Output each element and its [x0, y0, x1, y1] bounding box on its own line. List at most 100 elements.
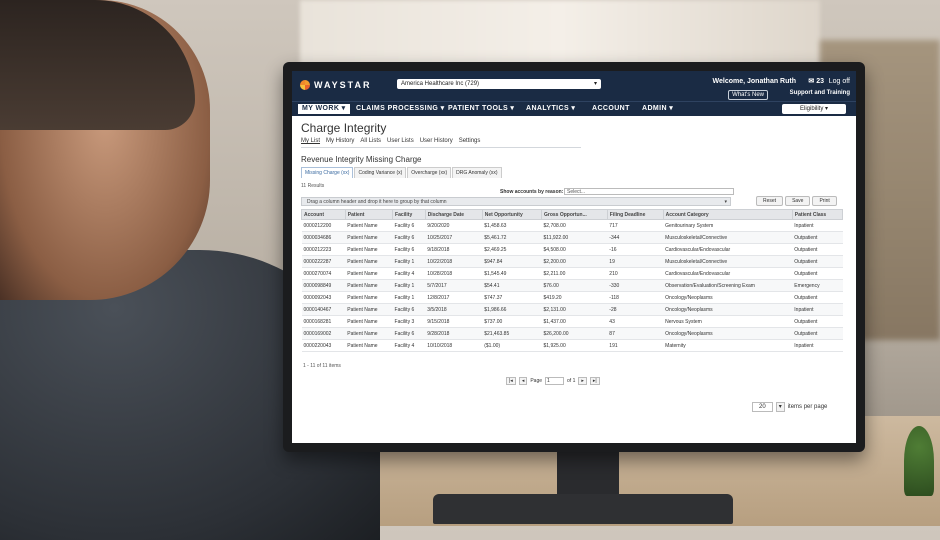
cell-facility: Facility 3 [392, 315, 426, 328]
logoff-link[interactable]: Log off [829, 78, 850, 85]
items-count: 1 - 11 of 11 items [303, 363, 341, 369]
nav-account[interactable]: ACCOUNT [588, 104, 634, 114]
column-header-discharge-date[interactable]: Discharge Date [424, 209, 483, 220]
cell-facility: Facility 6 [392, 303, 426, 316]
cell-net-opportunity: $1,986.66 [482, 303, 542, 316]
subnav-all-lists[interactable]: All Lists [360, 138, 381, 144]
cell-discharge-date: 12/8/2017 [425, 291, 483, 304]
reason-select[interactable]: Select... [564, 188, 734, 195]
last-page-button[interactable]: ▸| [589, 377, 600, 385]
column-header-patient[interactable]: Patient [344, 209, 394, 220]
organization-select-value: America Healthcare Inc (729) [401, 81, 480, 87]
cell-account-category: Oncology/Neoplasms [663, 303, 793, 316]
monitor-stand-neck [557, 450, 619, 500]
cell-account: 0000098849 [301, 279, 346, 292]
column-header-gross-opportunity[interactable]: Gross Opportun... [541, 209, 608, 220]
cell-account-category: Maternity [663, 339, 793, 352]
cell-account-category: Cardiovascular/Endovascular [663, 243, 793, 256]
table-row[interactable]: 0000212200 Patient Name Facility 6 9/20/202… [301, 219, 843, 232]
cell-net-opportunity: $737.00 [482, 315, 542, 328]
cell-net-opportunity: $947.84 [482, 255, 542, 268]
cell-filing-deadline: -330 [607, 279, 664, 292]
per-page-select[interactable]: 20 [752, 402, 773, 412]
whats-new-button[interactable]: What's New [728, 90, 768, 100]
organization-select[interactable]: America Healthcare Inc (729) ▾ [397, 79, 601, 89]
person-hair [0, 0, 195, 130]
column-header-filing-deadline[interactable]: Filing Deadline [606, 209, 664, 220]
chevron-down-icon[interactable]: ▾ [775, 402, 785, 412]
subnav-user-lists[interactable]: User Lists [387, 138, 414, 144]
subnav-user-history[interactable]: User History [420, 138, 453, 144]
nav-claims-processing[interactable]: CLAIMS PROCESSING ▾ [352, 104, 449, 114]
cell-discharge-date: 9/18/2018 [425, 243, 483, 256]
subnav-settings[interactable]: Settings [459, 138, 481, 144]
column-header-account-category[interactable]: Account Category [662, 209, 793, 220]
print-button[interactable]: Print [812, 196, 837, 206]
chevron-down-icon: ▾ [724, 199, 727, 205]
page-of-label: of 1 [567, 378, 576, 384]
cell-account-category: Observation/Evaluation/Screening Exam [663, 279, 793, 292]
tab-overcharge[interactable]: Overcharge (xx) [407, 167, 452, 178]
cell-filing-deadline: -16 [607, 243, 664, 256]
subnav-my-list[interactable]: My List [301, 138, 320, 144]
mail-icon: ✉ [808, 78, 815, 85]
cell-discharge-date: 9/15/2018 [425, 315, 483, 328]
cell-facility: Facility 1 [392, 279, 426, 292]
tab-missing-charge[interactable]: Missing Charge (xx) [301, 167, 354, 178]
column-header-account[interactable]: Account [301, 209, 346, 220]
tab-coding-variance[interactable]: Coding Variance (x) [354, 167, 407, 178]
table-row[interactable]: 0000220043 Patient Name Facility 4 10/10/20… [301, 339, 843, 352]
cell-discharge-date: 9/28/2018 [425, 327, 483, 340]
cell-gross-opportunity: $76.00 [541, 279, 608, 292]
nav-analytics[interactable]: ANALYTICS ▾ [522, 104, 579, 114]
tab-drg-anomaly[interactable]: DRG Anomaly (xx) [452, 167, 502, 178]
cell-gross-opportunity: $26,200.00 [541, 327, 608, 340]
support-link[interactable]: Support and Training [790, 90, 850, 96]
subnav-my-history[interactable]: My History [326, 138, 354, 144]
table-row[interactable]: 0000168281 Patient Name Facility 3 9/15/201… [301, 315, 843, 328]
cell-account: 0000034686 [301, 231, 346, 244]
table-row[interactable]: 0000092043 Patient Name Facility 1 12/8/201… [301, 291, 843, 304]
save-button[interactable]: Save [785, 196, 811, 206]
cell-account-category: Genitourinary System [663, 219, 793, 232]
table-row[interactable]: 0000034686 Patient Name Facility 6 10/25/20… [301, 231, 843, 244]
nav-my-work[interactable]: MY WORK ▾ [298, 104, 350, 114]
cell-account-category: Musculoskeletal/Connective [663, 255, 793, 268]
page-input[interactable]: 1 [545, 377, 565, 385]
table-row[interactable]: 0000169002 Patient Name Facility 6 9/28/201… [301, 327, 843, 340]
table-row[interactable]: 0000270074 Patient Name Facility 4 10/28/20… [301, 267, 843, 280]
cell-discharge-date: 5/7/2017 [425, 279, 483, 292]
column-header-net-opportunity[interactable]: Net Opportunity [481, 209, 543, 220]
cell-discharge-date: 9/20/2020 [425, 219, 483, 232]
cell-gross-opportunity: $4,508.00 [541, 243, 608, 256]
prev-page-button[interactable]: ◂ [518, 377, 528, 385]
mail-button[interactable]: ✉ 23 [808, 77, 824, 85]
page-label: Page [530, 378, 543, 384]
reset-button[interactable]: Reset [756, 196, 784, 206]
table-row[interactable]: 0000222287 Patient Name Facility 1 10/22/20… [301, 255, 843, 268]
group-by-bar[interactable]: Drag a column header and drop it here to… [301, 197, 731, 206]
column-header-patient-class[interactable]: Patient Class [791, 209, 844, 220]
next-page-button[interactable]: ▸ [578, 377, 587, 385]
grid-buttons: Reset Save Print [756, 196, 837, 206]
table-row[interactable]: 0000098849 Patient Name Facility 1 5/7/2017… [301, 279, 843, 292]
nav-admin[interactable]: ADMIN ▾ [638, 104, 677, 114]
brand-logo[interactable]: WAYSTAR [300, 80, 372, 90]
eligibility-select[interactable]: Eligibility ▾ [782, 104, 846, 114]
screen: WAYSTAR America Healthcare Inc (729) ▾ W… [292, 71, 856, 443]
cell-patient-class: Outpatient [792, 255, 843, 268]
cell-patient: Patient Name [345, 219, 393, 232]
cell-patient-class: Emergency [792, 279, 843, 292]
cell-filing-deadline: -28 [607, 303, 664, 316]
table-row[interactable]: 0000140467 Patient Name Facility 6 3/5/2018… [301, 303, 843, 316]
first-page-button[interactable]: |◂ [506, 377, 516, 385]
cell-gross-opportunity: $1,925.00 [541, 339, 608, 352]
plant [904, 426, 934, 496]
cell-net-opportunity: $747.37 [482, 291, 542, 304]
column-header-facility[interactable]: Facility [392, 209, 426, 220]
nav-patient-tools[interactable]: PATIENT TOOLS ▾ [444, 104, 518, 114]
cell-patient: Patient Name [345, 303, 393, 316]
table-row[interactable]: 0000212223 Patient Name Facility 6 9/18/201… [301, 243, 843, 256]
cell-gross-opportunity: $2,708.00 [541, 219, 608, 232]
cell-account-category: Oncology/Neoplasms [663, 291, 793, 304]
